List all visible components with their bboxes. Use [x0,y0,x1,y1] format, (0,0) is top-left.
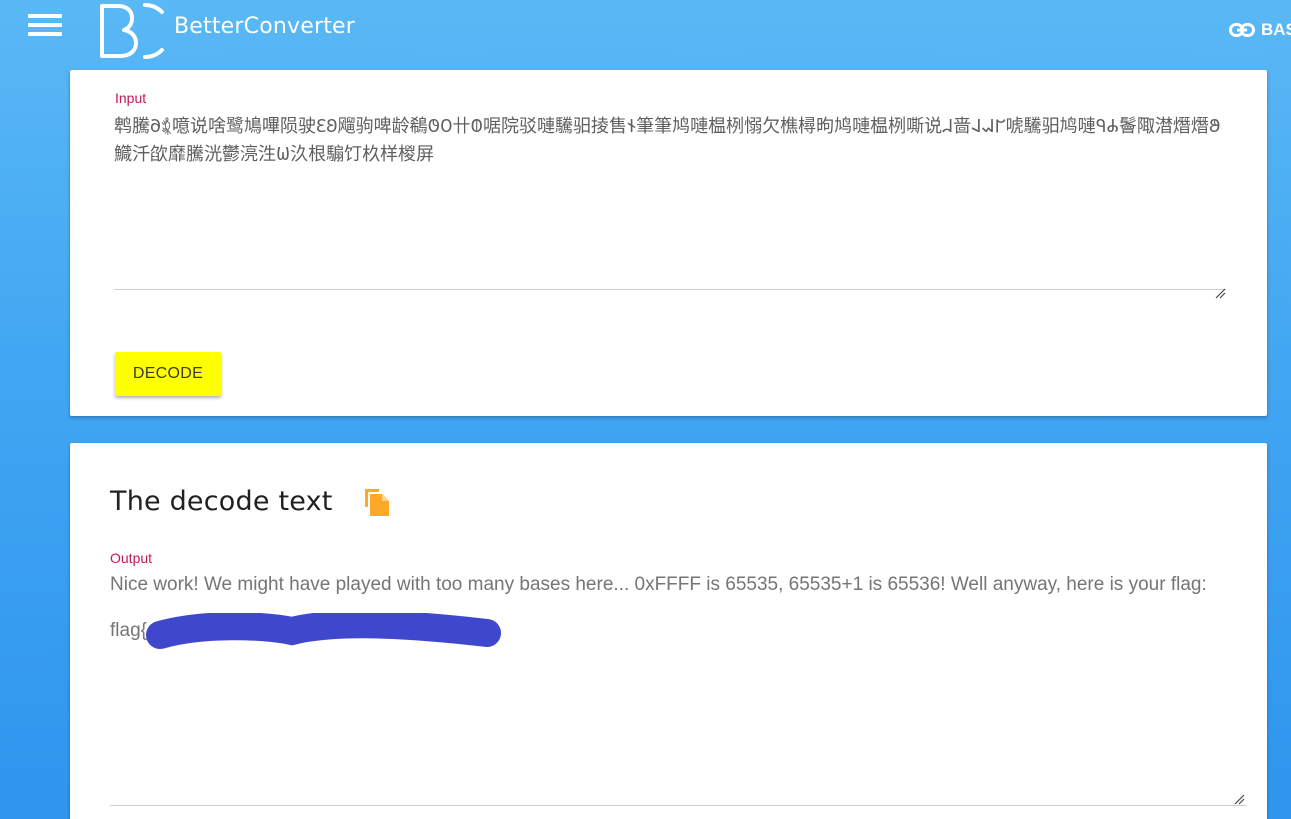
brand-name: BetterConverter [174,14,356,39]
input-card: Input 鹎騰𐐀𖡅噫说啥鹭鳩嗶陨驶𐐁𐐂飗驹啤龄鵗𐐃𐐄卄𐐅啹院驳嗹驣驲掕售𐐆筆筆… [70,70,1267,416]
bc-logo[interactable] [98,2,170,60]
output-card: The decode text Output Nice work! We mig… [70,443,1267,819]
input-label: Input [115,90,147,106]
output-title: The decode text [110,486,333,517]
link-icon [1229,23,1255,37]
base-link[interactable]: BAS [1229,20,1291,40]
base-link-label: BAS [1261,20,1291,39]
output-textarea[interactable]: Nice work! We might have played with too… [110,573,1246,806]
output-label: Output [110,550,153,566]
output-message: Nice work! We might have played with too… [110,574,1207,595]
decode-button[interactable]: DECODE [115,352,221,396]
resize-handle-icon[interactable] [1233,793,1245,805]
copy-file-icon[interactable] [362,487,392,517]
hamburger-menu-icon[interactable] [28,12,62,36]
redaction-scribble [146,613,501,649]
resize-handle-icon[interactable] [1214,287,1226,299]
input-textarea[interactable]: 鹎騰𐐀𖡅噫说啥鹭鳩嗶陨驶𐐁𐐂飗驹啤龄鵗𐐃𐐄卄𐐅啹院驳嗹驣驲掕售𐐆筆筆鸠嗹榅栵愵欠… [114,113,1226,290]
flag-line: flag{ [110,613,1246,649]
top-app-bar: BetterConverter BAS [0,0,1291,70]
